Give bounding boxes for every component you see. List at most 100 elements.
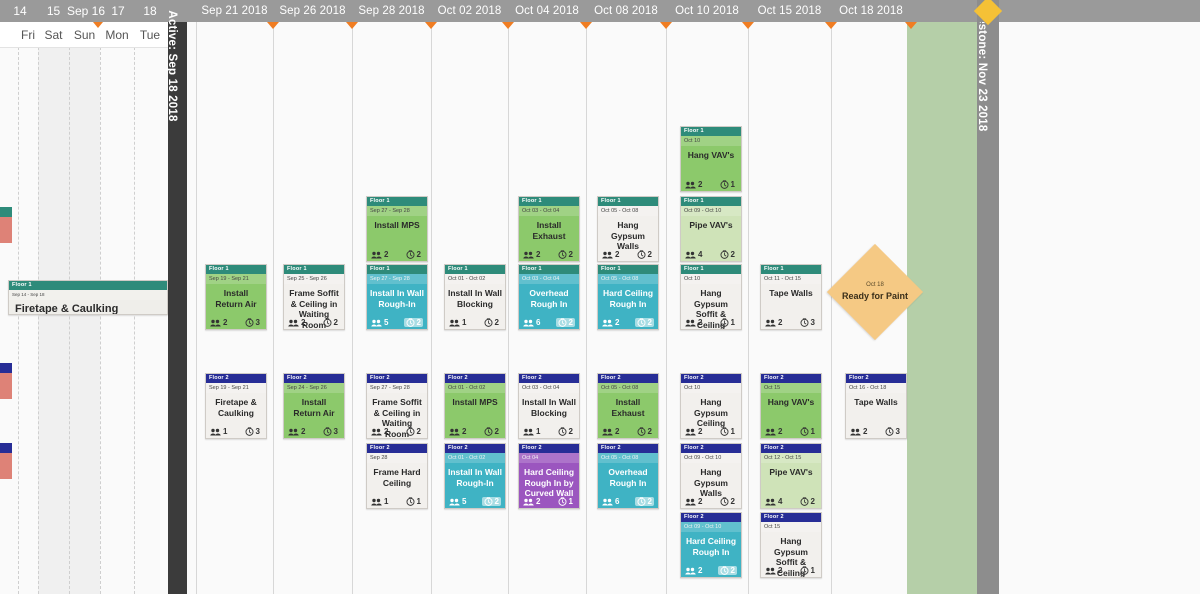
- card-duration: 2: [718, 497, 737, 506]
- card-title: Firetape & Caulking: [215, 397, 257, 418]
- card-crew-count: 2: [223, 318, 228, 327]
- task-card[interactable]: Floor 2 Oct 01 - Oct 02 Install MPS 2 2: [444, 373, 506, 439]
- card-floor-label: Floor 1: [367, 265, 427, 274]
- task-card[interactable]: Floor 1 Oct 05 - Oct 08 Hang Gypsum Walls 2…: [597, 196, 659, 262]
- task-card[interactable]: Floor 2 Oct 09 - Oct 10 Hang Gypsum Walls 2…: [680, 443, 742, 509]
- card-crew: 2: [602, 427, 619, 436]
- clipped-card-stub[interactable]: [0, 363, 12, 399]
- duration-clock-icon: [637, 318, 646, 327]
- card-duration-days: 2: [494, 318, 499, 327]
- card-duration: 2: [482, 318, 501, 327]
- sidebar-task-card[interactable]: Floor 1 Sep 14 - Sep 18 Firetape & Caulk…: [8, 280, 168, 315]
- card-crew-count: 2: [698, 318, 703, 327]
- date-column-label: Oct 04 2018: [515, 5, 579, 17]
- column-marker-icon: [660, 22, 672, 29]
- card-floor-label: Floor 2: [681, 374, 741, 383]
- task-card[interactable]: Floor 2 Sep 24 - Sep 26 Install Return Air…: [283, 373, 345, 439]
- task-card[interactable]: Floor 1 Oct 11 - Oct 15 Tape Walls 2 3: [760, 264, 822, 330]
- task-card[interactable]: Floor 2 Oct 04 Hard Ceiling Rough In by Cu…: [518, 443, 580, 509]
- card-crew-count: 5: [384, 318, 389, 327]
- card-footer: 52: [367, 318, 427, 327]
- card-duration-days: 2: [494, 427, 499, 436]
- card-title: Tape Walls: [769, 288, 813, 298]
- crew-icon: [685, 181, 696, 189]
- task-card[interactable]: Floor 1 Oct 01 - Oct 02 Install In Wall Bl…: [444, 264, 506, 330]
- ready-for-paint-milestone[interactable]: Oct 18 Ready for Paint: [826, 243, 924, 341]
- task-card[interactable]: Floor 1 Oct 03 - Oct 04 Overhead Rough In 6…: [518, 264, 580, 330]
- card-duration-days: 2: [730, 497, 735, 506]
- card-floor-label: Floor 2: [284, 374, 344, 383]
- duration-clock-icon: [558, 318, 567, 327]
- card-duration: 2: [634, 497, 654, 506]
- task-card[interactable]: Floor 2 Sep 28 Frame Hard Ceiling 1 1: [366, 443, 428, 509]
- card-header-strip: [0, 363, 12, 373]
- card-footer: 23: [206, 318, 266, 327]
- card-footer: 21: [761, 427, 821, 436]
- duration-clock-icon: [637, 497, 646, 506]
- card-floor-label: Floor 2: [519, 444, 579, 453]
- card-floor-label: Floor 1: [206, 265, 266, 274]
- task-card[interactable]: Floor 2 Oct 15 Hang VAV's 2 1: [760, 373, 822, 439]
- column-marker-icon: [267, 22, 279, 29]
- card-duration-days: 2: [416, 250, 421, 259]
- task-card[interactable]: Floor 2 Oct 01 - Oct 02 Install In Wall Ro…: [444, 443, 506, 509]
- duration-clock-icon: [323, 318, 332, 327]
- task-card[interactable]: Floor 2 Oct 15 Hang Gypsum Soffit & Ceilin…: [760, 512, 822, 578]
- task-card[interactable]: Floor 1 Sep 27 - Sep 28 Install In Wall Ro…: [366, 264, 428, 330]
- duration-clock-icon: [406, 318, 415, 327]
- milestone-content: Oct 18 Ready for Paint: [841, 258, 909, 326]
- card-duration: 1: [718, 318, 737, 327]
- card-footer: 12: [445, 318, 505, 327]
- task-card[interactable]: Floor 2 Oct 10 Hang Gypsum Ceiling 2 1: [680, 373, 742, 439]
- crew-icon: [602, 428, 613, 436]
- card-title: Install In Wall Blocking: [522, 397, 576, 418]
- task-card[interactable]: Floor 2 Oct 03 - Oct 04 Install In Wall Bl…: [518, 373, 580, 439]
- card-crew-count: 2: [301, 318, 306, 327]
- task-card[interactable]: Floor 1 Oct 10 Hang VAV's 2 1: [680, 126, 742, 192]
- weekday-label: Tue: [139, 28, 161, 42]
- active-divider[interactable]: Active: Sep 18 2018: [166, 10, 187, 594]
- task-card[interactable]: Floor 2 Oct 12 - Oct 15 Pipe VAV's 4 2: [760, 443, 822, 509]
- task-card[interactable]: Floor 1 Sep 27 - Sep 28 Install MPS 2 2: [366, 196, 428, 262]
- day-number: 14: [13, 4, 27, 18]
- card-duration: 2: [481, 497, 501, 506]
- card-floor-label: Floor 1: [519, 197, 579, 206]
- card-duration: 1: [404, 497, 423, 506]
- card-crew: 2: [850, 427, 867, 436]
- task-card[interactable]: Floor 1 Sep 25 - Sep 26 Frame Soffit & Cei…: [283, 264, 345, 330]
- card-floor-label: Floor 1: [681, 265, 741, 274]
- card-crew-count: 6: [536, 318, 541, 327]
- column-separator: [196, 22, 197, 594]
- task-card[interactable]: Floor 1 Oct 10 Hang Gypsum Soffit & Ceilin…: [680, 264, 742, 330]
- card-date-label: Oct 05 - Oct 08: [598, 274, 658, 284]
- milestone-title: Ready for Paint: [841, 291, 908, 301]
- task-card[interactable]: Floor 2 Oct 05 - Oct 08 Overhead Rough In 6…: [597, 443, 659, 509]
- task-card[interactable]: Floor 1 Oct 03 - Oct 04 Install Exhaust 2 2: [518, 196, 580, 262]
- card-crew: 2: [449, 427, 466, 436]
- date-column-label: Oct 18 2018: [839, 5, 903, 17]
- crew-icon: [685, 498, 696, 506]
- task-card[interactable]: Floor 2 Oct 16 - Oct 18 Tape Walls 2 3: [845, 373, 907, 439]
- task-card[interactable]: Floor 2 Sep 19 - Sep 21 Firetape & Caulkin…: [205, 373, 267, 439]
- duration-clock-icon: [484, 318, 493, 327]
- task-card[interactable]: Floor 1 Oct 05 - Oct 08 Hard Ceiling Rough…: [597, 264, 659, 330]
- task-card[interactable]: Floor 2 Sep 27 - Sep 28 Frame Soffit & Cei…: [366, 373, 428, 439]
- task-card[interactable]: Floor 2 Oct 09 - Oct 10 Hard Ceiling Rough…: [680, 512, 742, 578]
- card-footer: 21: [519, 497, 579, 506]
- milestone-divider[interactable]: Milestone: Nov 23 2018: [976, 1, 999, 594]
- task-card[interactable]: Floor 2 Oct 05 - Oct 08 Install Exhaust 2 2: [597, 373, 659, 439]
- card-floor-label: Floor 1: [598, 265, 658, 274]
- card-crew: 4: [685, 250, 702, 259]
- task-card[interactable]: Floor 1 Oct 09 - Oct 10 Pipe VAV's 4 2: [680, 196, 742, 262]
- card-date-label: Oct 01 - Oct 02: [445, 383, 505, 393]
- clipped-card-stub[interactable]: [0, 207, 12, 243]
- card-crew: 2: [765, 318, 782, 327]
- card-title: Firetape & Caulking: [15, 303, 119, 315]
- card-crew-count: 5: [462, 497, 467, 506]
- column-separator: [748, 22, 749, 594]
- card-duration: 2: [718, 250, 737, 259]
- card-footer: 13: [206, 427, 266, 436]
- clipped-card-stub[interactable]: [0, 443, 12, 479]
- card-floor-label: Floor 2: [367, 444, 427, 453]
- task-card[interactable]: Floor 1 Sep 19 - Sep 21 Install Return Air…: [205, 264, 267, 330]
